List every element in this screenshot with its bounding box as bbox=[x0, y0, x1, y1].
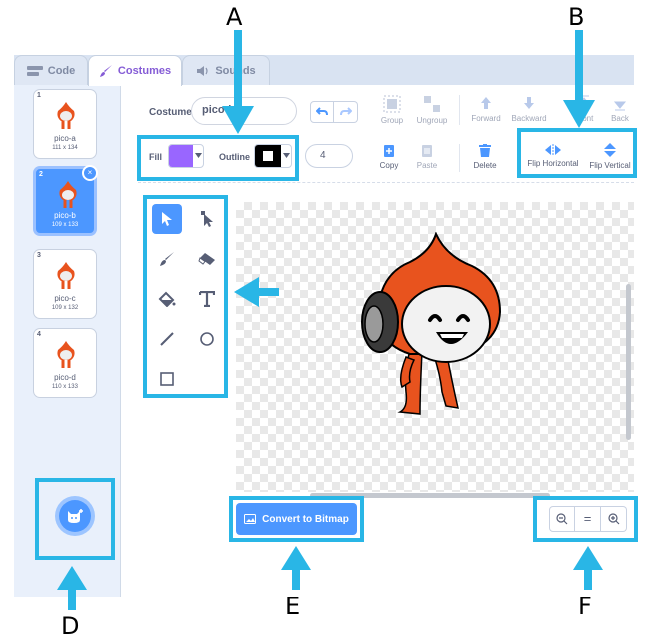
back-label: Back bbox=[611, 114, 629, 123]
paste-label: Paste bbox=[416, 161, 438, 170]
delete-costume-icon[interactable]: × bbox=[82, 165, 98, 181]
costume-number: 4 bbox=[37, 331, 41, 338]
forward-button[interactable]: Forward bbox=[467, 95, 505, 123]
costume-thumbnail bbox=[59, 181, 77, 208]
paste-button[interactable]: Paste bbox=[412, 144, 442, 170]
arrow-down-icon bbox=[563, 30, 595, 128]
costume-thumbnail bbox=[57, 341, 75, 368]
tab-costumes-label: Costumes bbox=[117, 65, 172, 77]
delete-button[interactable]: Delete bbox=[470, 144, 500, 170]
ungroup-label: Ungroup bbox=[416, 116, 448, 125]
code-icon bbox=[26, 65, 43, 76]
forward-label: Forward bbox=[471, 114, 501, 123]
tab-code[interactable]: Code bbox=[14, 55, 88, 85]
backward-label: Backward bbox=[511, 114, 547, 123]
costume-name: pico-c bbox=[54, 294, 76, 303]
tab-costumes[interactable]: Costumes bbox=[88, 55, 182, 86]
arrow-up-icon bbox=[281, 546, 311, 590]
paste-icon bbox=[422, 145, 432, 157]
backward-button[interactable]: Backward bbox=[508, 95, 550, 123]
costume-label: Costume bbox=[149, 107, 192, 118]
copy-button[interactable]: Copy bbox=[374, 144, 404, 170]
ungroup-button[interactable]: Ungroup bbox=[412, 95, 452, 125]
highlight-box-f bbox=[533, 496, 638, 542]
costume-name: pico-a bbox=[54, 134, 76, 143]
callout-a: A bbox=[226, 3, 243, 31]
costume-size: 109 x 133 bbox=[51, 222, 79, 228]
back-icon bbox=[613, 101, 627, 111]
toolbar-separator bbox=[138, 182, 634, 184]
costume-item[interactable]: 1 pico-a 111 x 134 bbox=[33, 89, 97, 159]
costume-size: 109 x 132 bbox=[51, 305, 79, 311]
ungroup-icon bbox=[424, 96, 440, 112]
costume-number: 2 bbox=[39, 171, 43, 178]
toolbar-divider bbox=[459, 95, 460, 125]
arrow-up-icon bbox=[573, 546, 603, 590]
costume-name: pico-d bbox=[54, 373, 76, 382]
costume-thumbnail bbox=[57, 102, 75, 129]
pico-sprite[interactable] bbox=[350, 232, 510, 422]
costume-number: 3 bbox=[37, 252, 41, 259]
trash-icon bbox=[479, 144, 491, 157]
highlight-box-e bbox=[229, 496, 364, 542]
highlight-box-b bbox=[517, 128, 637, 178]
costume-thumbnail bbox=[57, 262, 75, 289]
costume-name: pico-b bbox=[54, 211, 76, 220]
arrow-left-icon bbox=[234, 277, 279, 307]
group-icon bbox=[383, 95, 401, 113]
speaker-icon bbox=[197, 65, 208, 76]
copy-label: Copy bbox=[379, 161, 399, 170]
group-label: Group bbox=[380, 116, 404, 125]
backward-icon bbox=[524, 97, 534, 109]
costume-item[interactable]: 4 pico-d 110 x 133 bbox=[33, 328, 97, 398]
costume-item-selected[interactable]: 2 × pico-b 109 x 133 bbox=[33, 165, 98, 236]
canvas-vertical-scrollbar[interactable] bbox=[626, 284, 631, 440]
outline-width-input[interactable]: 4 bbox=[305, 144, 353, 168]
back-button[interactable]: Back bbox=[608, 95, 632, 123]
costume-size: 110 x 133 bbox=[52, 384, 78, 390]
arrow-up-icon bbox=[57, 566, 87, 610]
brush-icon bbox=[99, 65, 112, 77]
delete-label: Delete bbox=[473, 161, 497, 170]
costume-number: 1 bbox=[37, 92, 41, 99]
costume-item[interactable]: 3 pico-c 109 x 132 bbox=[33, 249, 97, 319]
redo-icon bbox=[339, 107, 352, 116]
tab-code-label: Code bbox=[47, 64, 76, 77]
highlight-box-d bbox=[35, 478, 115, 560]
redo-button[interactable] bbox=[334, 101, 358, 123]
highlight-box-a bbox=[137, 135, 299, 181]
callout-d: D bbox=[61, 612, 80, 640]
copy-icon bbox=[384, 145, 394, 157]
undo-icon bbox=[316, 107, 328, 116]
arrow-down-icon bbox=[222, 30, 254, 134]
callout-b: B bbox=[568, 3, 585, 31]
undo-button[interactable] bbox=[310, 101, 334, 123]
costume-size: 111 x 134 bbox=[52, 145, 78, 151]
forward-icon bbox=[481, 97, 491, 109]
toolbar-divider bbox=[459, 144, 460, 172]
highlight-box-c bbox=[143, 195, 228, 398]
group-button[interactable]: Group bbox=[375, 95, 409, 125]
